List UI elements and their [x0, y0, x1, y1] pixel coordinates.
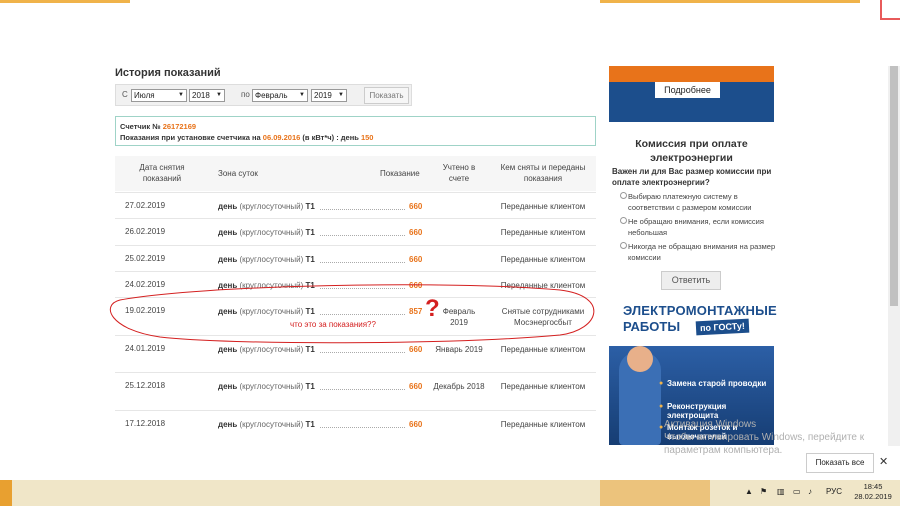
ad-item-1: Замена старой проводки [659, 379, 777, 388]
network-icon[interactable]: ▥ [777, 487, 785, 496]
banner-band [609, 66, 774, 82]
poll-option-3[interactable]: Никогда не обращаю внимания на размер ко… [620, 241, 778, 263]
poll-option-2[interactable]: Не обращаю внимания, если комиссия небол… [620, 216, 778, 238]
taskbar-clock[interactable]: 18:45 28.02.2019 [848, 482, 898, 502]
radio-icon[interactable] [620, 217, 627, 224]
poll-option-1[interactable]: Выбираю платежную систему в соответствии… [620, 191, 778, 213]
battery-icon[interactable]: ▭ [793, 487, 801, 496]
radio-icon[interactable] [620, 192, 627, 199]
more-button[interactable]: Подробнее [655, 82, 720, 98]
tray-arrow-icon[interactable]: ▲ [745, 487, 753, 496]
answer-button[interactable]: Ответить [661, 271, 721, 290]
ad-title-line2: РАБОТЫ [623, 319, 681, 334]
poll-title: Комиссия при оплате электроэнергии [635, 138, 748, 164]
language-indicator[interactable]: РУС [826, 487, 842, 496]
promo-banner[interactable]: Подробнее [609, 66, 774, 122]
start-area[interactable] [0, 480, 12, 506]
volume-icon[interactable]: ♪ [808, 487, 812, 496]
show-all-downloads-button[interactable]: Показать все [806, 453, 874, 473]
close-icon[interactable]: ✕ [879, 455, 888, 468]
taskbar-highlight [600, 480, 710, 506]
worker-head [627, 346, 653, 372]
flag-icon[interactable]: ⚑ [760, 487, 767, 496]
radio-icon[interactable] [620, 242, 627, 249]
question-mark: ? [425, 295, 440, 322]
annotation-text: что это за показания?? [290, 320, 376, 329]
ad-gost-badge: по ГОСТу! [695, 318, 750, 336]
poll-question: Важен ли для Вас размер комиссии при опл… [612, 167, 772, 187]
ad-title-line1: ЭЛЕКТРОМОНТАЖНЫЕ [623, 303, 777, 318]
windows-activation-watermark: Активация Windows Чтобы активировать Win… [664, 419, 865, 456]
